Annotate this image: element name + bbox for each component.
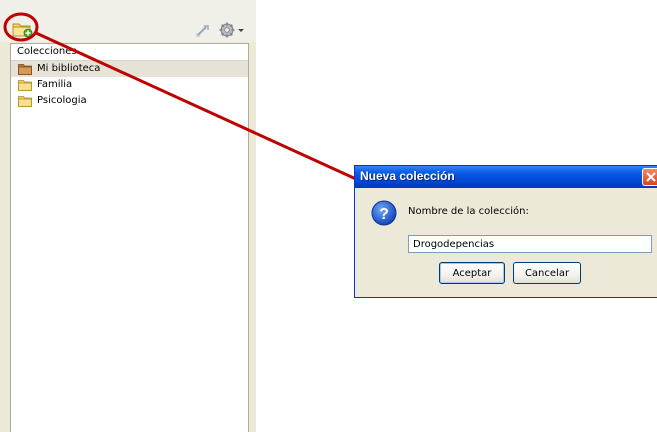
new-collection-button[interactable] <box>12 20 34 38</box>
cancel-button[interactable]: Cancelar <box>513 262 581 284</box>
dialog-title-bar[interactable]: Nueva colección <box>355 166 657 188</box>
close-icon <box>646 172 656 182</box>
collection-name-input[interactable] <box>408 235 652 253</box>
collection-label: Psicologia <box>37 95 87 106</box>
question-icon: ? <box>371 200 397 226</box>
collection-label: Mi biblioteca <box>37 63 101 74</box>
collections-header: Colecciones <box>11 44 248 61</box>
folder-icon <box>18 96 32 107</box>
settings-button[interactable] <box>218 21 246 39</box>
gear-icon <box>219 22 244 38</box>
collections-tree: Colecciones Mi biblioteca Familia Psicol… <box>10 43 249 432</box>
new-collection-dialog: Nueva colección ? Nombre de la colección… <box>354 165 657 298</box>
collection-item-psicologia[interactable]: Psicologia <box>11 93 248 109</box>
close-button[interactable] <box>642 168 657 186</box>
folder-icon <box>18 80 32 91</box>
pane-toolbar <box>0 0 256 42</box>
new-collection-icon <box>12 23 33 38</box>
collection-label: Familia <box>37 79 73 90</box>
accept-button[interactable]: Aceptar <box>439 262 505 284</box>
library-folder-icon <box>18 64 32 75</box>
dialog-title: Nueva colección <box>360 169 455 183</box>
svg-text:?: ? <box>379 206 389 223</box>
collections-pane: Colecciones Mi biblioteca Familia Psicol… <box>0 0 256 432</box>
collection-item-mi-biblioteca[interactable]: Mi biblioteca <box>11 61 248 77</box>
sync-icon <box>196 25 209 37</box>
collection-item-familia[interactable]: Familia <box>11 77 248 93</box>
sync-button[interactable] <box>194 22 212 40</box>
collection-name-label: Nombre de la colección: <box>408 206 529 217</box>
